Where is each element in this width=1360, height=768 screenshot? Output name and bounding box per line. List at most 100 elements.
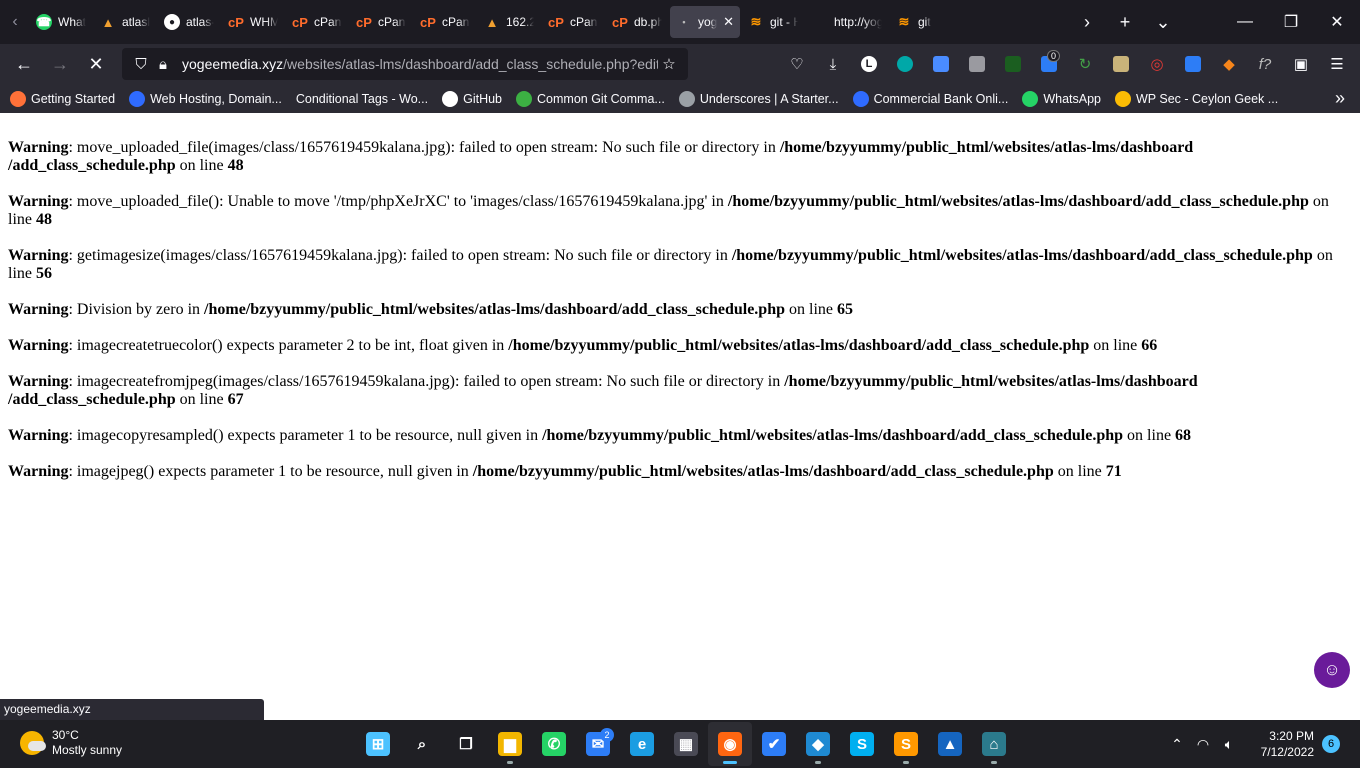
new-tab-button[interactable]: + [1106,0,1144,44]
todo-icon[interactable]: ✔ [752,722,796,766]
stop-loading-button[interactable]: ✕ [78,48,114,80]
warning-line-number: 48 [227,157,244,174]
warning-on-line: on line [175,157,228,174]
address-bar[interactable]: ⛉ 🔒︎ yogeemedia.xyz/websites/atlas-lms/d… [122,48,688,80]
skype-icon[interactable]: S [840,722,884,766]
bookmark-item[interactable]: Underscores | A Starter... [678,90,839,107]
url-text[interactable]: yogeemedia.xyz/websites/atlas-lms/dashbo… [182,56,658,72]
start-button[interactable]: ⊞ [356,722,400,766]
extension-camera-icon[interactable] [960,48,994,80]
browser-tab[interactable]: cP cPanel [350,6,412,38]
bookmarks-overflow-button[interactable]: » [1320,88,1360,109]
list-all-tabs-button[interactable]: ⌄ [1144,0,1182,44]
warning-label: Warning [8,337,69,354]
bookmark-item[interactable]: Web Hosting, Domain... [129,90,282,107]
browser-tab[interactable]: cP db.php [606,6,668,38]
notification-count-badge[interactable]: 6 [1322,735,1340,753]
minimize-button[interactable]: — [1222,0,1268,44]
edge-icon[interactable]: e [620,722,664,766]
ghost-chat-button[interactable]: ☺ [1314,652,1350,688]
restore-button[interactable]: ❐ [1268,0,1314,44]
bookmark-label: Getting Started [31,91,116,106]
bookmark-item[interactable]: Common Git Comma... [516,90,665,107]
drive-icon [1115,90,1131,107]
store-icon[interactable]: ▦ [664,722,708,766]
browser-tab[interactable]: ≋ git - How [742,6,804,38]
extension-green-icon[interactable] [996,48,1030,80]
file-explorer-icon-glyph: ▆ [498,732,522,756]
mail-icon[interactable]: ✉ 2 [576,722,620,766]
lock-icon[interactable]: 🔒︎ [152,56,174,73]
bookmark-item[interactable]: Commercial Bank Onli... [852,90,1008,107]
sublime-icon[interactable]: S [884,722,928,766]
browser-tab[interactable]: cP cPanel [286,6,348,38]
bookmark-item[interactable]: WhatsApp [1022,90,1101,107]
bookmark-item[interactable]: Conditional Tags - Wo... [296,92,428,106]
bookmarks-toolbar: Getting Started Web Hosting, Domain... Con… [0,84,1360,113]
photos-icon[interactable]: ▲ [928,722,972,766]
store-icon-glyph: ▦ [674,732,698,756]
browser-tab[interactable]: cP WHM [222,6,284,38]
browser-tab[interactable]: cP cPanel [414,6,476,38]
shield-icon[interactable]: ⛉ [130,56,152,73]
tab-scroll-left-button[interactable]: ‹ [0,0,30,44]
warning-on-line: on line [1089,337,1142,354]
downloads-icon[interactable]: ⤓ [816,48,850,80]
wifi-icon[interactable]: ◠ [1190,720,1216,768]
search-button[interactable]: ⌕ [400,722,444,766]
pocket-icon[interactable]: ♡ [780,48,814,80]
bookmark-item[interactable]: WP Sec - Ceylon Geek ... [1115,90,1279,107]
bookmark-label: Underscores | A Starter... [699,91,839,106]
extension-badge-icon[interactable]: 0 [1032,48,1066,80]
warning-file-path: /home/bzyyummy/public_html/websites/atla… [204,301,785,318]
volume-icon[interactable]: 🔈︎ [1216,720,1242,768]
browser-tab[interactable]: • yogeemedia ✕ [670,6,740,38]
metamask-fox-icon[interactable]: ◆ [1212,48,1246,80]
bookmark-item[interactable]: Getting Started [10,90,116,107]
leaf-icon [516,90,533,107]
task-view-button[interactable]: ❐ [444,722,488,766]
vscode-icon[interactable]: ◆ [796,722,840,766]
extension-function-icon[interactable]: f? [1248,48,1282,80]
browser-tab[interactable]: cP cPanel [542,6,604,38]
browser-tab[interactable]: ▲ 162.241 [478,6,540,38]
tab-scroll-right-button[interactable]: › [1068,0,1106,44]
menu-hamburger-icon[interactable]: ☰ [1320,48,1354,80]
task-view-glyph: ❐ [459,736,473,753]
close-window-button[interactable]: ✕ [1314,0,1360,44]
extension-refresh-icon[interactable]: ↻ [1068,48,1102,80]
browser-tab[interactable]: ● atlas-lms [158,6,220,38]
bookmark-label: GitHub [463,91,503,106]
warning-line-number: 48 [36,211,52,228]
github-icon [442,90,459,107]
browser-tab[interactable]: ▲ atlaslms [94,6,156,38]
weather-widget[interactable]: 30°C Mostly sunny [20,728,122,758]
show-hidden-icons-button[interactable]: ⌃ [1164,720,1190,768]
forward-button[interactable]: → [42,48,78,80]
whatsapp-icon[interactable]: ✆ [532,722,576,766]
clock-date: 7/12/2022 [1260,745,1314,759]
extension-record-icon[interactable]: ◎ [1140,48,1174,80]
back-button[interactable]: ← [6,48,42,80]
bookmark-item[interactable]: GitHub [442,90,503,107]
file-explorer-icon[interactable]: ▆ [488,722,532,766]
firefox-icon[interactable]: ◉ [708,722,752,766]
firefox-icon-glyph: ◉ [718,732,742,756]
extension-doc-icon[interactable] [924,48,958,80]
extension-qr-icon[interactable]: ▣ [1284,48,1318,80]
atlas-app-icon[interactable]: ⌂ [972,722,1016,766]
extension-teal-icon[interactable] [888,48,922,80]
account-icon[interactable]: L [852,48,886,80]
browser-tab[interactable]: ☎ WhatsApp [30,6,92,38]
warning-line-number: 71 [1105,463,1122,480]
bookmark-star-icon[interactable]: ☆ [658,55,680,73]
clock[interactable]: 3:20 PM 7/12/2022 [1242,728,1322,760]
tab-strip: ‹ ☎ WhatsApp ▲ atlaslms ● atlas-lms cP WHM cP cPa… [0,0,1360,44]
browser-tab[interactable]: http://yogeemedia [806,6,888,38]
extension-note-icon[interactable] [1104,48,1138,80]
close-tab-icon[interactable]: ✕ [723,14,734,30]
extension-translate-icon[interactable] [1176,48,1210,80]
browser-tab[interactable]: ≋ git [890,6,952,38]
php-warning: Warning: move_uploaded_file(images/class… [8,139,1352,175]
bookmark-label: WP Sec - Ceylon Geek ... [1136,91,1279,106]
